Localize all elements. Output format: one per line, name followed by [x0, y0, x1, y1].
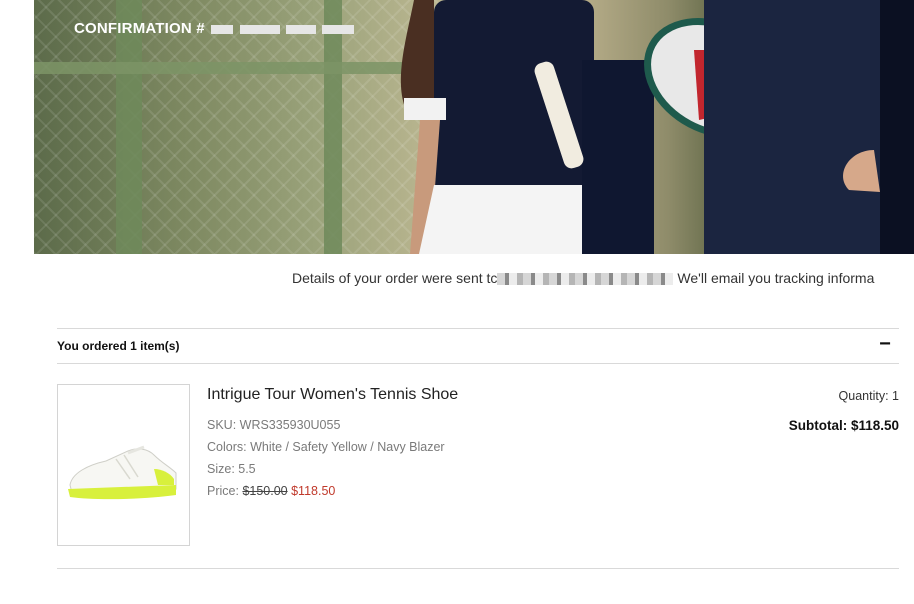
redacted-block	[285, 24, 316, 34]
redacted-block	[239, 24, 280, 34]
quantity: Quantity: 1	[838, 389, 899, 403]
hero-banner: CONFIRMATION #	[34, 0, 914, 254]
divider	[57, 328, 899, 329]
notice-prefix: Details of your order were sent tc	[292, 270, 498, 286]
confirmation-number: CONFIRMATION #	[74, 20, 355, 37]
player-shirt	[434, 0, 594, 200]
tennis-shoe-icon	[68, 445, 177, 500]
sleeve-cuff	[404, 98, 446, 120]
tennis-bag	[582, 60, 654, 254]
product-price: Price: $150.00 $118.50	[207, 484, 335, 498]
product-colors: Colors: White / Safety Yellow / Navy Bla…	[207, 440, 445, 454]
player-2-jacket	[704, 0, 880, 254]
email-notice: Details of your order were sent tc We'll …	[292, 270, 874, 286]
product-image[interactable]	[57, 384, 190, 546]
subtotal: Subtotal: $118.50	[788, 418, 899, 433]
product-name[interactable]: Intrigue Tour Women's Tennis Shoe	[207, 386, 458, 404]
redacted-email	[497, 273, 674, 286]
product-sku: SKU: WRS335930U055	[207, 418, 341, 432]
original-price: $150.00	[242, 484, 288, 498]
sale-price: $118.50	[291, 484, 336, 498]
hair	[400, 0, 434, 110]
hero-illustration	[400, 0, 914, 254]
redacted-block	[211, 24, 234, 34]
divider	[57, 363, 899, 364]
hero-dark-edge	[880, 0, 914, 254]
player-skirt	[419, 185, 609, 254]
collapse-minus-icon[interactable]: −	[874, 333, 896, 355]
ordered-items-heading: You ordered 1 item(s)	[57, 339, 180, 353]
confirmation-label: CONFIRMATION #	[74, 20, 205, 37]
price-label: Price:	[207, 484, 239, 498]
notice-suffix: We'll email you tracking informa	[677, 270, 875, 286]
divider	[57, 568, 899, 569]
product-size: Size: 5.5	[207, 462, 256, 476]
redacted-block	[322, 24, 355, 34]
